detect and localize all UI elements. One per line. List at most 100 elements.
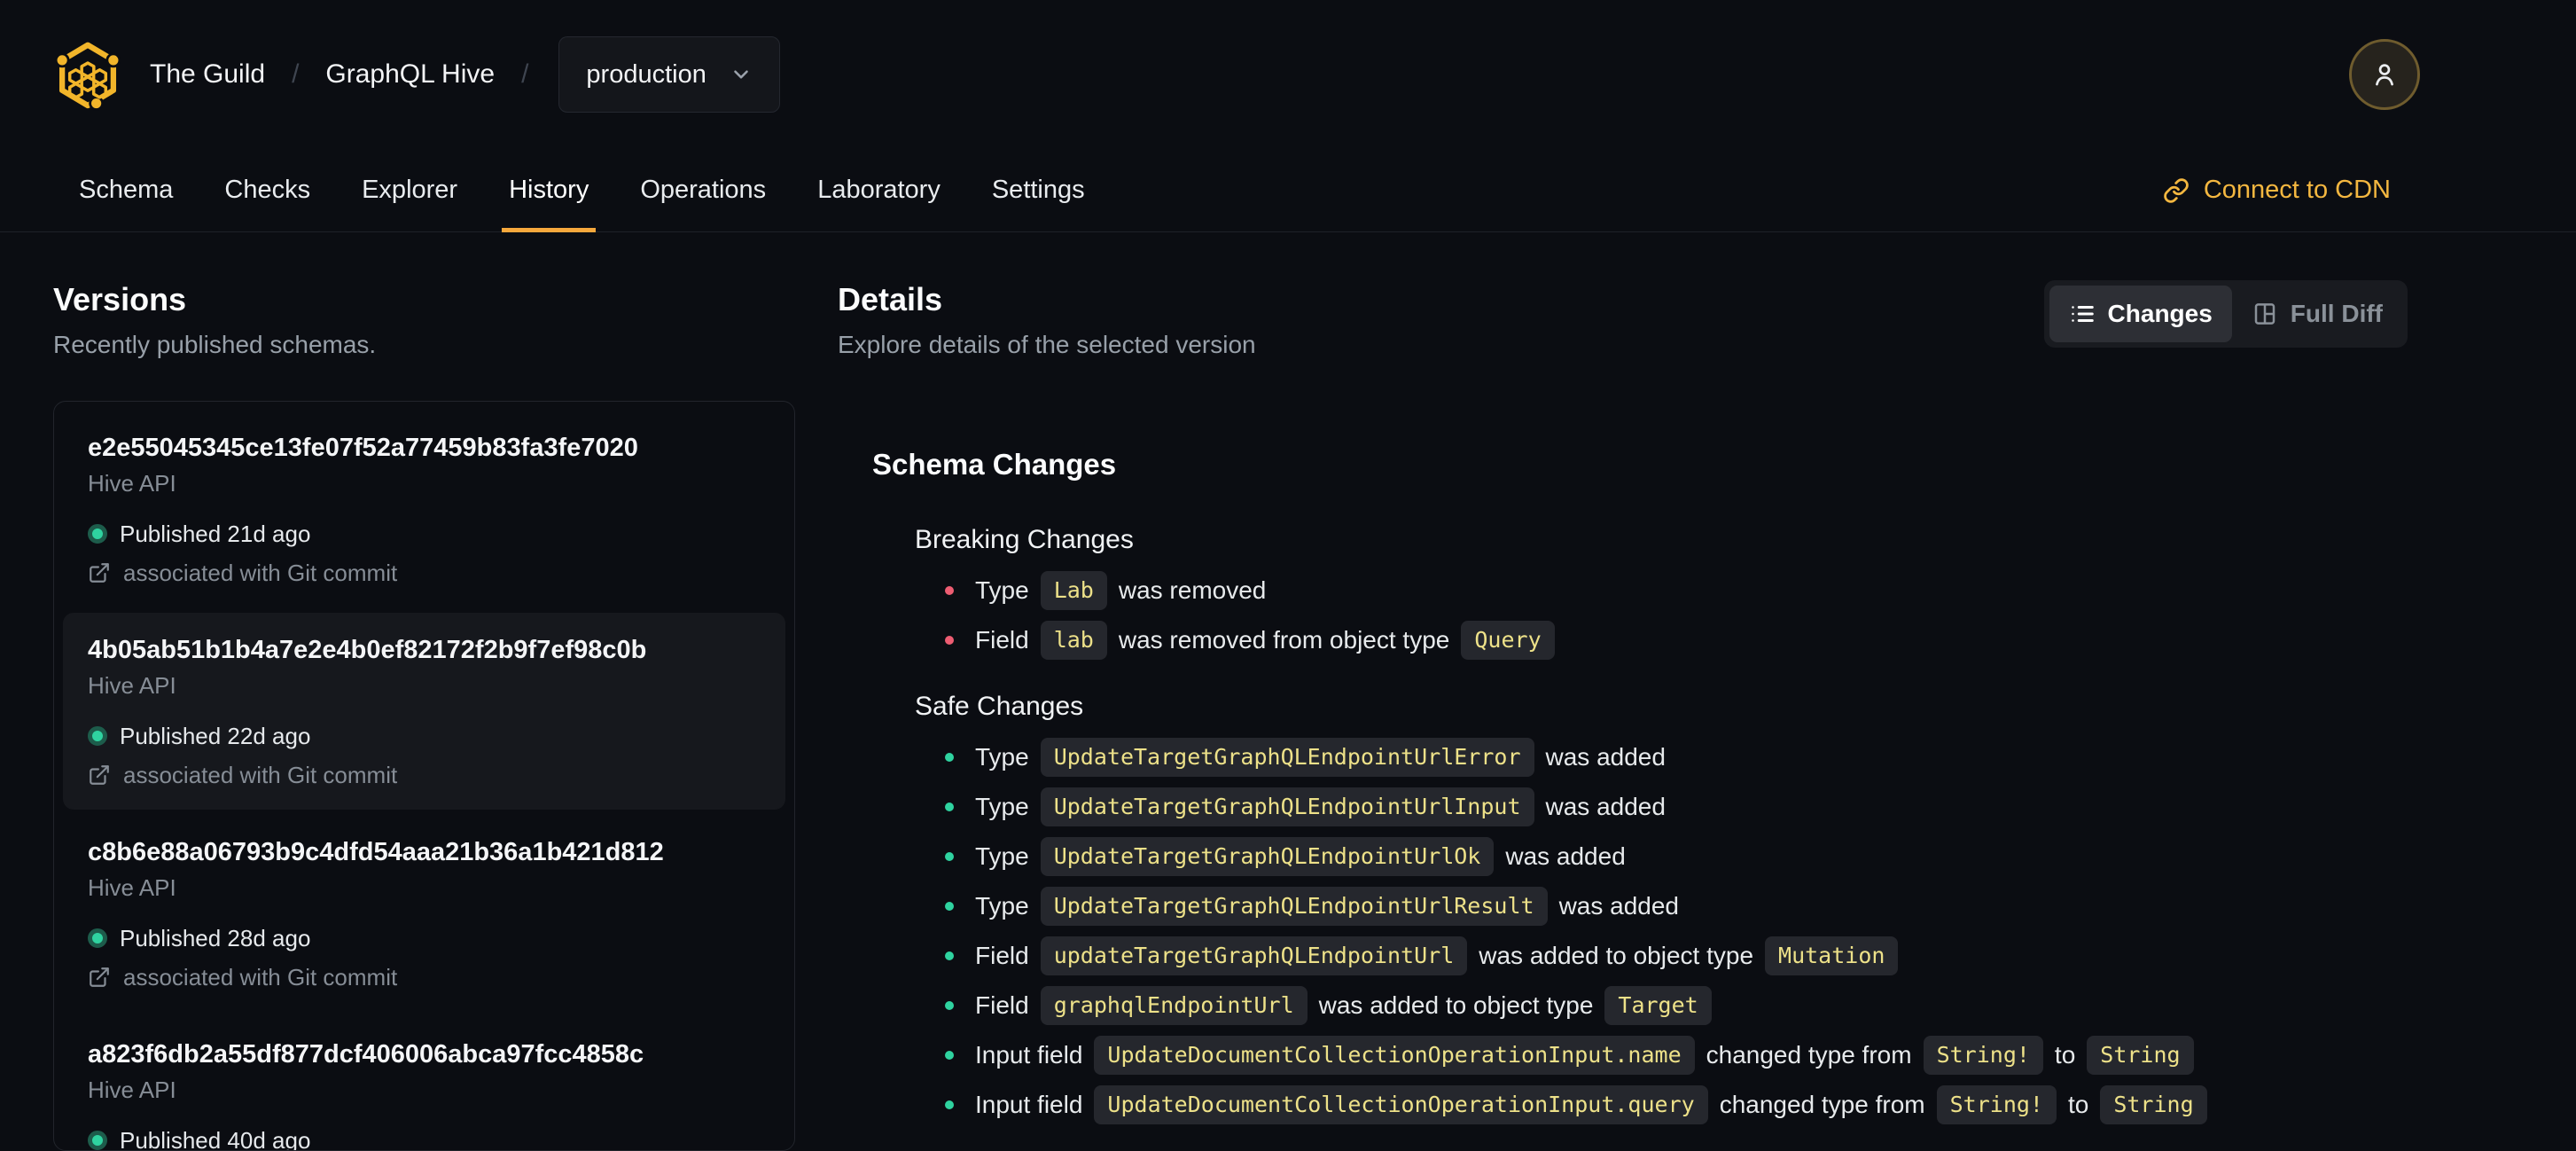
change-text: Field xyxy=(975,991,1029,1019)
code-chip: UpdateDocumentCollectionOperationInput.n… xyxy=(1094,1036,1695,1075)
guild-hive-logo-icon[interactable] xyxy=(51,37,125,112)
change-text: to xyxy=(2054,1041,2076,1069)
view-toggle-label: Full Diff xyxy=(2290,300,2383,327)
view-toggle-label: Changes xyxy=(2107,300,2213,327)
publish-status-text: Published 21d ago xyxy=(120,521,311,547)
list-icon xyxy=(2069,301,2096,327)
details-header: Details Explore details of the selected … xyxy=(838,280,2408,360)
versions-subtitle: Recently published schemas. xyxy=(53,331,377,358)
user-avatar[interactable] xyxy=(2349,39,2420,110)
details-title: Details xyxy=(838,281,943,317)
target-selector-value: production xyxy=(586,59,706,89)
section-title-safe: Safe Changes xyxy=(915,692,1084,721)
change-item: Input field UpdateDocumentCollectionOpera… xyxy=(945,1080,2408,1130)
git-commit-link[interactable]: associated with Git commit xyxy=(88,560,761,586)
nav-tabs: Schema Checks Explorer History Operations Lab… xyxy=(79,149,1085,232)
tab-history[interactable]: History xyxy=(502,149,597,232)
details-panel: Details Explore details of the selected … xyxy=(838,280,2408,1151)
change-item: Field updateTargetGraphQLEndpointUrl was a… xyxy=(945,931,2408,981)
change-text: Type xyxy=(975,743,1029,771)
code-chip: UpdateTargetGraphQLEndpointUrlOk xyxy=(1040,837,1495,876)
change-item: Type UpdateTargetGraphQLEndpointUrlInput w… xyxy=(945,782,2408,832)
bullet-dot xyxy=(945,753,954,762)
view-toggle: Changes Full Diff xyxy=(2043,280,2408,348)
external-link-icon xyxy=(88,561,111,584)
tab-settings[interactable]: Settings xyxy=(992,149,1085,231)
publish-status: Published 40d ago xyxy=(88,1127,761,1150)
change-text: was removed xyxy=(1118,576,1267,604)
change-text: Input field xyxy=(975,1041,1083,1069)
connect-to-cdn-button[interactable]: Connect to CDN xyxy=(2163,149,2391,231)
external-link-icon xyxy=(88,966,111,989)
change-text: Type xyxy=(975,842,1029,870)
tab-checks[interactable]: Checks xyxy=(224,149,310,231)
full-diff-button[interactable]: Full Diff xyxy=(2232,286,2402,342)
changes-button[interactable]: Changes xyxy=(2049,286,2232,342)
breadcrumb-org[interactable]: The Guild xyxy=(150,59,265,90)
user-icon xyxy=(2369,59,2400,90)
git-commit-link[interactable]: associated with Git commit xyxy=(88,762,761,788)
code-chip: String! xyxy=(1923,1036,2043,1075)
change-sections: Breaking Changes Type Lab was removed Field l… xyxy=(915,523,2408,1130)
breadcrumb-separator: / xyxy=(521,59,529,89)
change-item: Type Lab was removed xyxy=(945,566,2408,615)
version-card[interactable]: a823f6db2a55df877dcf406006abca97fcc4858c… xyxy=(63,1017,785,1150)
version-hash: 4b05ab51b1b4a7e2e4b0ef82172f2b9f7ef98c0b xyxy=(88,636,647,664)
bullet-dot xyxy=(945,951,954,960)
change-text: changed type from xyxy=(1719,1091,1925,1118)
service-name: Hive API xyxy=(88,874,176,901)
tab-schema[interactable]: Schema xyxy=(79,149,173,231)
code-chip: Mutation xyxy=(1765,936,1899,975)
change-text: changed type from xyxy=(1706,1041,1912,1069)
change-list-breaking: Type Lab was removed Field lab was removed fr… xyxy=(915,566,2408,665)
top-bar: The Guild / GraphQL Hive / production xyxy=(0,0,2576,149)
git-commit-link-text: associated with Git commit xyxy=(123,762,398,788)
change-text: Field xyxy=(975,942,1029,969)
bullet-dot xyxy=(945,852,954,861)
change-item: Field graphqlEndpointUrl was added to obje… xyxy=(945,981,2408,1030)
tab-laboratory[interactable]: Laboratory xyxy=(817,149,941,231)
publish-status-text: Published 28d ago xyxy=(120,925,311,951)
code-chip: UpdateTargetGraphQLEndpointUrlResult xyxy=(1040,887,1548,926)
version-card[interactable]: e2e55045345ce13fe07f52a77459b83fa3fe7020… xyxy=(63,411,785,607)
code-chip: Lab xyxy=(1040,571,1107,610)
publish-status: Published 21d ago xyxy=(88,521,761,547)
version-hash: e2e55045345ce13fe07f52a77459b83fa3fe7020 xyxy=(88,434,638,462)
publish-status: Published 22d ago xyxy=(88,723,761,749)
change-text: was added xyxy=(1545,743,1666,771)
change-text: was added xyxy=(1505,842,1626,870)
version-hash: a823f6db2a55df877dcf406006abca97fcc4858c xyxy=(88,1040,644,1069)
bullet-dot xyxy=(945,803,954,811)
published-dot xyxy=(88,1131,107,1150)
change-text: Type xyxy=(975,576,1029,604)
version-card[interactable]: 4b05ab51b1b4a7e2e4b0ef82172f2b9f7ef98c0b… xyxy=(63,613,785,810)
version-card[interactable]: c8b6e88a06793b9c4dfd54aaa21b36a1b421d812… xyxy=(63,815,785,1012)
schema-changes-section: Schema Changes Breaking Changes Type Lab wa… xyxy=(872,447,2408,1130)
details-titles: Details Explore details of the selected … xyxy=(838,280,1256,360)
link-icon xyxy=(2163,177,2190,204)
change-item: Type UpdateTargetGraphQLEndpointUrlResult… xyxy=(945,881,2408,931)
service-name: Hive API xyxy=(88,672,176,699)
tab-operations[interactable]: Operations xyxy=(640,149,766,231)
code-chip: graphqlEndpointUrl xyxy=(1040,986,1308,1025)
schema-changes-title: Schema Changes xyxy=(872,448,1117,481)
code-chip: lab xyxy=(1040,621,1107,660)
bullet-dot xyxy=(945,586,954,595)
tab-explorer[interactable]: Explorer xyxy=(362,149,457,231)
code-chip: String xyxy=(2100,1085,2207,1124)
change-text: Field xyxy=(975,626,1029,654)
main-content: Versions Recently published schemas. e2e… xyxy=(0,232,2576,1151)
target-selector-dropdown[interactable]: production xyxy=(558,36,780,113)
service-name: Hive API xyxy=(88,470,176,497)
change-item: Field lab was removed from object type Quer… xyxy=(945,615,2408,665)
code-chip: String xyxy=(2087,1036,2194,1075)
versions-list: e2e55045345ce13fe07f52a77459b83fa3fe7020… xyxy=(53,401,795,1151)
bullet-dot xyxy=(945,636,954,645)
published-dot xyxy=(88,726,107,746)
change-text: was removed from object type xyxy=(1118,626,1450,654)
git-commit-link[interactable]: associated with Git commit xyxy=(88,964,761,990)
code-chip: Query xyxy=(1461,621,1555,660)
change-text: was added xyxy=(1558,892,1679,920)
target-nav: Schema Checks Explorer History Operations Lab… xyxy=(0,149,2576,232)
breadcrumb-project[interactable]: GraphQL Hive xyxy=(325,59,495,90)
